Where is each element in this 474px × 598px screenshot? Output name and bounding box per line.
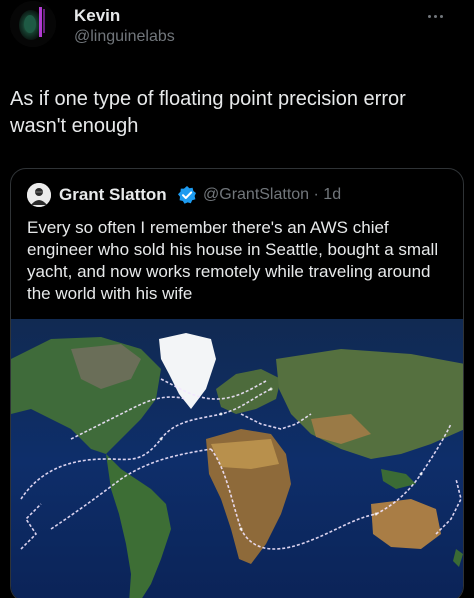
author-name[interactable]: Kevin (74, 6, 120, 26)
tweet-text: As if one type of floating point precisi… (10, 88, 406, 137)
quoted-author-handle-time: @GrantSlatton · 1d (203, 186, 342, 203)
tweet-header: Kevin @linguinelabs (0, 0, 474, 60)
world-map-route-image[interactable] (11, 319, 463, 598)
quoted-tweet-card[interactable]: Grant Slatton @GrantSlatton · 1d Every s… (10, 168, 464, 598)
quoted-author-avatar[interactable] (27, 183, 51, 207)
author-handle[interactable]: @linguinelabs (74, 28, 175, 46)
verified-badge-icon (177, 185, 197, 205)
more-dots-icon[interactable] (428, 5, 450, 21)
quoted-author-name[interactable]: Grant Slatton (59, 185, 167, 205)
quoted-tweet-header: Grant Slatton @GrantSlatton · 1d (27, 183, 457, 207)
quoted-tweet-text: Every so often I remember there's an AWS… (27, 218, 439, 303)
author-avatar[interactable] (10, 1, 56, 47)
